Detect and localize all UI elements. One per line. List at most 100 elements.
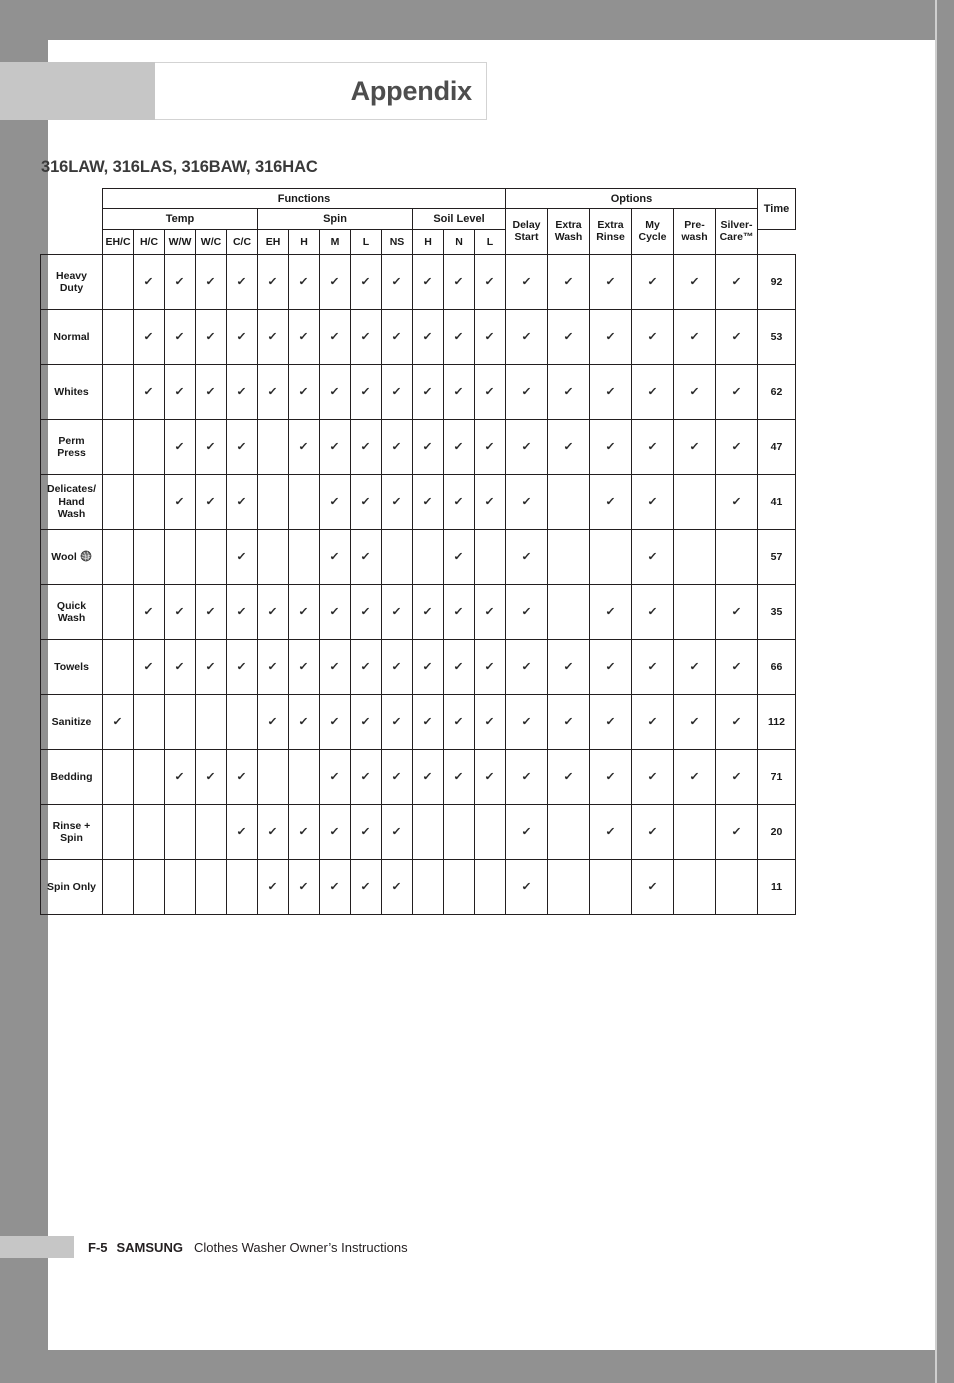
cell-opt-pre-wash: ✓ xyxy=(673,309,716,365)
check-icon: ✓ xyxy=(391,771,403,783)
check-icon: ✓ xyxy=(360,496,372,508)
cell-spin-ns: ✓ xyxy=(381,254,413,310)
cell-soil-h: ✓ xyxy=(412,694,444,750)
cell-temp-c-c: ✓ xyxy=(226,309,258,365)
cell-time: 53 xyxy=(757,309,796,365)
check-icon: ✓ xyxy=(143,386,155,398)
check-icon: ✓ xyxy=(298,661,310,673)
check-icon: ✓ xyxy=(605,826,616,838)
column-header-soil-h: H xyxy=(412,229,444,255)
check-icon: ✓ xyxy=(521,496,532,508)
cell-spin-h: ✓ xyxy=(288,419,320,475)
cell-opt-pre-wash: ✓ xyxy=(673,639,716,695)
check-icon: ✓ xyxy=(521,276,532,288)
cell-temp-eh-c xyxy=(102,474,134,530)
footer-brand: SAMSUNG xyxy=(116,1239,183,1255)
cell-spin-l: ✓ xyxy=(350,254,382,310)
check-icon: ✓ xyxy=(205,771,217,783)
check-icon: ✓ xyxy=(174,496,186,508)
check-icon: ✓ xyxy=(143,331,155,343)
check-icon: ✓ xyxy=(298,386,310,398)
cell-soil-h: ✓ xyxy=(412,639,444,695)
cell-opt-pre-wash: ✓ xyxy=(673,694,716,750)
check-icon: ✓ xyxy=(453,276,465,288)
cell-spin-eh xyxy=(257,529,289,585)
cell-soil-l: ✓ xyxy=(474,584,506,640)
cell-temp-c-c: ✓ xyxy=(226,639,258,695)
table-row: Whites ✓ ✓ ✓ ✓ ✓ ✓ ✓ ✓ ✓ ✓ ✓ ✓ ✓ ✓ ✓ ✓ ✓ ✓ 62 xyxy=(40,364,796,420)
cell-spin-l: ✓ xyxy=(350,529,382,585)
check-icon: ✓ xyxy=(236,331,248,343)
check-icon: ✓ xyxy=(360,441,372,453)
cell-temp-w-c xyxy=(195,694,227,750)
check-icon: ✓ xyxy=(563,771,574,783)
check-icon: ✓ xyxy=(484,606,496,618)
cycle-name-cell: Perm Press xyxy=(40,419,103,475)
cell-opt-delay-start: ✓ xyxy=(505,364,548,420)
check-icon: ✓ xyxy=(329,441,341,453)
cell-soil-l xyxy=(474,529,506,585)
cell-spin-m: ✓ xyxy=(319,859,351,915)
cell-temp-w-c: ✓ xyxy=(195,419,227,475)
column-header-time: Time xyxy=(757,188,796,230)
check-icon: ✓ xyxy=(391,441,403,453)
cell-time: 66 xyxy=(757,639,796,695)
table-row: Perm Press ✓ ✓ ✓ ✓ ✓ ✓ ✓ ✓ ✓ ✓ ✓ ✓ ✓ ✓ ✓ ✓ 47 xyxy=(40,419,796,475)
cell-opt-pre-wash: ✓ xyxy=(673,254,716,310)
cell-spin-h: ✓ xyxy=(288,639,320,695)
cell-spin-h: ✓ xyxy=(288,364,320,420)
cell-spin-l: ✓ xyxy=(350,584,382,640)
check-icon: ✓ xyxy=(563,386,574,398)
cell-temp-w-w: ✓ xyxy=(164,474,196,530)
check-icon: ✓ xyxy=(605,386,616,398)
cell-spin-m: ✓ xyxy=(319,694,351,750)
cell-soil-h: ✓ xyxy=(412,474,444,530)
cell-opt-extra-wash: ✓ xyxy=(547,749,590,805)
check-icon: ✓ xyxy=(298,441,310,453)
check-icon: ✓ xyxy=(298,606,310,618)
table-row: Spin Only ✓ ✓ ✓ ✓ ✓ ✓ ✓ 11 xyxy=(40,859,796,915)
cycle-name-cell: Wool xyxy=(40,529,103,585)
check-icon: ✓ xyxy=(647,661,658,673)
cycle-name-label: Wool xyxy=(51,551,77,564)
check-icon: ✓ xyxy=(647,606,658,618)
cell-opt-extra-wash xyxy=(547,584,590,640)
check-icon: ✓ xyxy=(143,606,155,618)
cell-opt-delay-start: ✓ xyxy=(505,474,548,530)
cell-opt-my-cycle: ✓ xyxy=(631,474,674,530)
cell-temp-w-c: ✓ xyxy=(195,254,227,310)
cell-temp-c-c: ✓ xyxy=(226,584,258,640)
cell-soil-n xyxy=(443,804,475,860)
cycle-name-cell: Rinse + Spin xyxy=(40,804,103,860)
cell-soil-l: ✓ xyxy=(474,474,506,530)
cell-soil-n: ✓ xyxy=(443,749,475,805)
cell-opt-delay-start: ✓ xyxy=(505,529,548,585)
cell-opt-delay-start: ✓ xyxy=(505,254,548,310)
cell-spin-ns: ✓ xyxy=(381,309,413,365)
check-icon: ✓ xyxy=(453,551,465,563)
check-icon: ✓ xyxy=(689,276,700,288)
cell-soil-h xyxy=(412,529,444,585)
cell-soil-h xyxy=(412,804,444,860)
sub-header-soil-level: Soil Level xyxy=(412,208,506,230)
cycle-name-label: Delicates/Hand Wash xyxy=(46,483,97,521)
column-header-temp-w-c: W/C xyxy=(195,229,227,255)
check-icon: ✓ xyxy=(605,331,616,343)
check-icon: ✓ xyxy=(236,496,248,508)
page-title: Appendix xyxy=(350,75,473,106)
cell-time: 11 xyxy=(757,859,796,915)
cycle-name-cell: Normal xyxy=(40,309,103,365)
cycle-name-label: Heavy Duty xyxy=(56,269,87,294)
cell-spin-ns: ✓ xyxy=(381,419,413,475)
cell-temp-w-w xyxy=(164,859,196,915)
cell-opt-silver-care xyxy=(715,529,758,585)
check-icon: ✓ xyxy=(391,826,403,838)
cycle-name-label: Rinse + Spin xyxy=(52,819,91,844)
check-icon: ✓ xyxy=(453,606,465,618)
check-icon: ✓ xyxy=(563,276,574,288)
table-row: Sanitize ✓ ✓ ✓ ✓ ✓ ✓ ✓ ✓ ✓ ✓ ✓ ✓ ✓ ✓ ✓ 112 xyxy=(40,694,796,750)
check-icon: ✓ xyxy=(563,441,574,453)
cycle-name-label: Towels xyxy=(54,660,89,673)
check-icon: ✓ xyxy=(453,661,465,673)
cell-opt-silver-care: ✓ xyxy=(715,804,758,860)
